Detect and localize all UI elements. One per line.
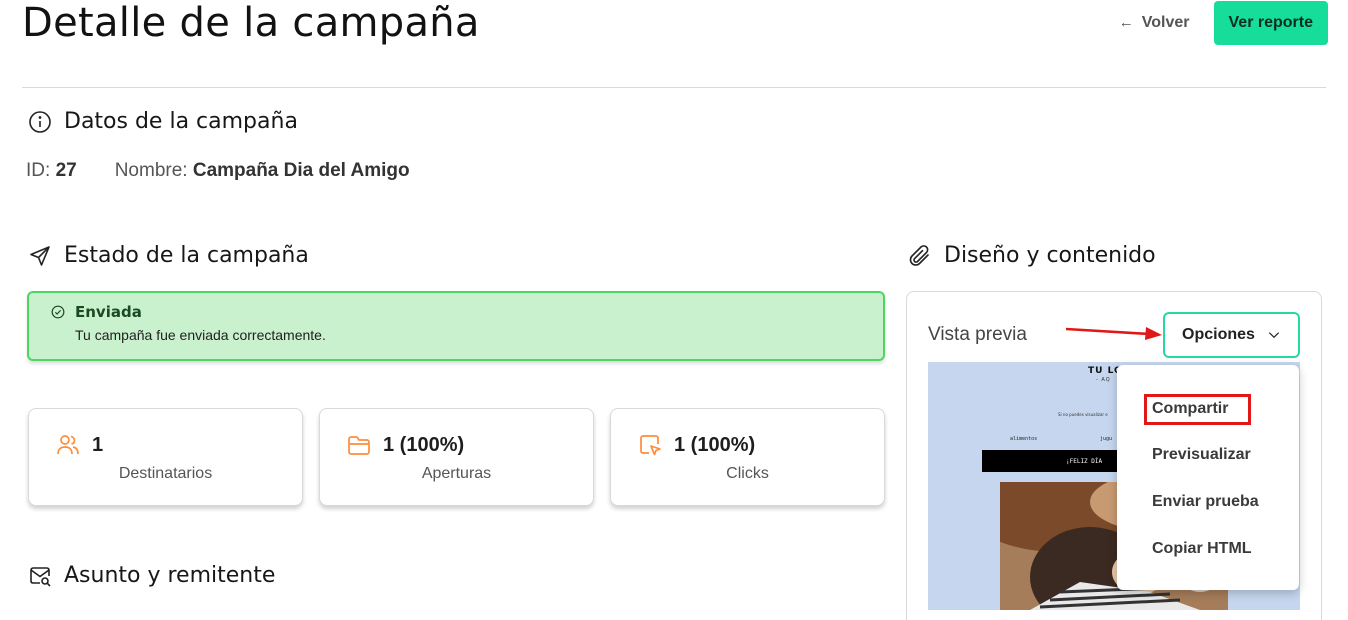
design-heading: Diseño y contenido bbox=[908, 243, 1156, 268]
stat-label: Clicks bbox=[726, 465, 769, 482]
send-icon bbox=[30, 245, 50, 266]
design-title: Diseño y contenido bbox=[944, 243, 1156, 268]
arrow-left-icon: ← bbox=[1118, 14, 1134, 31]
view-report-button[interactable]: Ver reporte bbox=[1213, 0, 1328, 45]
status-head: Enviada bbox=[51, 303, 861, 321]
email-view-text: Si no puedes visualizar e bbox=[1058, 412, 1108, 417]
options-button[interactable]: Opciones bbox=[1163, 312, 1300, 358]
stat-card-clicks: 1 (100%) Clicks bbox=[610, 408, 885, 506]
stat-label: Destinatarios bbox=[118, 465, 213, 482]
users-icon bbox=[57, 435, 79, 455]
campaign-id-label: ID: bbox=[26, 160, 51, 181]
campaign-data-heading: Datos de la campaña bbox=[28, 109, 298, 134]
campaign-status-title: Estado de la campaña bbox=[64, 243, 309, 268]
menu-item-send-test[interactable]: Enviar prueba bbox=[1152, 493, 1259, 511]
email-nav-item: jugu bbox=[1100, 436, 1113, 442]
email-subtitle: - AQ bbox=[1096, 377, 1111, 383]
stat-card-opens: 1 (100%) Aperturas bbox=[319, 408, 594, 506]
campaign-name-label: Nombre: bbox=[114, 160, 188, 181]
header-actions: ← Volver Ver reporte bbox=[1119, 0, 1328, 45]
cursor-click-icon bbox=[640, 435, 661, 456]
back-link[interactable]: ← Volver bbox=[1119, 14, 1190, 32]
stat-label: Aperturas bbox=[421, 465, 492, 482]
chevron-down-icon bbox=[1268, 332, 1280, 339]
stat-value: 1 (100%) bbox=[383, 433, 465, 456]
mail-search-icon bbox=[30, 566, 51, 587]
paperclip-icon bbox=[909, 244, 929, 266]
preview-label: Vista previa bbox=[928, 324, 1027, 345]
campaign-id-value: 27 bbox=[55, 160, 77, 181]
annotation-highlight-box bbox=[1144, 394, 1251, 425]
stat-main: 1 (100%) bbox=[638, 433, 755, 457]
campaign-name: Nombre: Campaña Dia del Amigo bbox=[115, 160, 410, 182]
back-label: Volver bbox=[1141, 13, 1190, 31]
stat-card-recipients: 1 Destinatarios bbox=[28, 408, 303, 506]
campaign-name-value: Campaña Dia del Amigo bbox=[192, 160, 410, 181]
stat-main: 1 bbox=[56, 433, 103, 457]
stat-value: 1 (100%) bbox=[674, 433, 756, 456]
annotation-arrow bbox=[1066, 327, 1162, 340]
folder-icon bbox=[348, 436, 370, 455]
menu-item-preview[interactable]: Previsualizar bbox=[1152, 446, 1251, 464]
campaign-data-title: Datos de la campaña bbox=[64, 109, 298, 134]
stat-value: 1 bbox=[92, 433, 104, 456]
stat-main: 1 (100%) bbox=[347, 433, 464, 457]
page-title: Detalle de la campaña bbox=[22, 0, 480, 46]
campaign-data-row: ID: 27 Nombre: Campaña Dia del Amigo bbox=[26, 160, 410, 182]
status-state: Enviada bbox=[75, 303, 142, 321]
subject-title: Asunto y remitente bbox=[64, 563, 276, 588]
status-alert: Enviada Tu campaña fue enviada correctam… bbox=[27, 291, 885, 361]
header-divider bbox=[22, 87, 1326, 88]
status-message: Tu campaña fue enviada correctamente. bbox=[75, 327, 326, 343]
info-icon bbox=[29, 110, 51, 133]
campaign-id: ID: 27 bbox=[26, 160, 77, 182]
menu-item-copy-html[interactable]: Copiar HTML bbox=[1152, 540, 1252, 558]
subject-heading: Asunto y remitente bbox=[28, 563, 275, 588]
email-nav-item: alimentos bbox=[1010, 436, 1038, 442]
campaign-status-heading: Estado de la campaña bbox=[28, 243, 309, 268]
check-circle-icon bbox=[51, 305, 65, 319]
options-label: Opciones bbox=[1182, 326, 1255, 343]
